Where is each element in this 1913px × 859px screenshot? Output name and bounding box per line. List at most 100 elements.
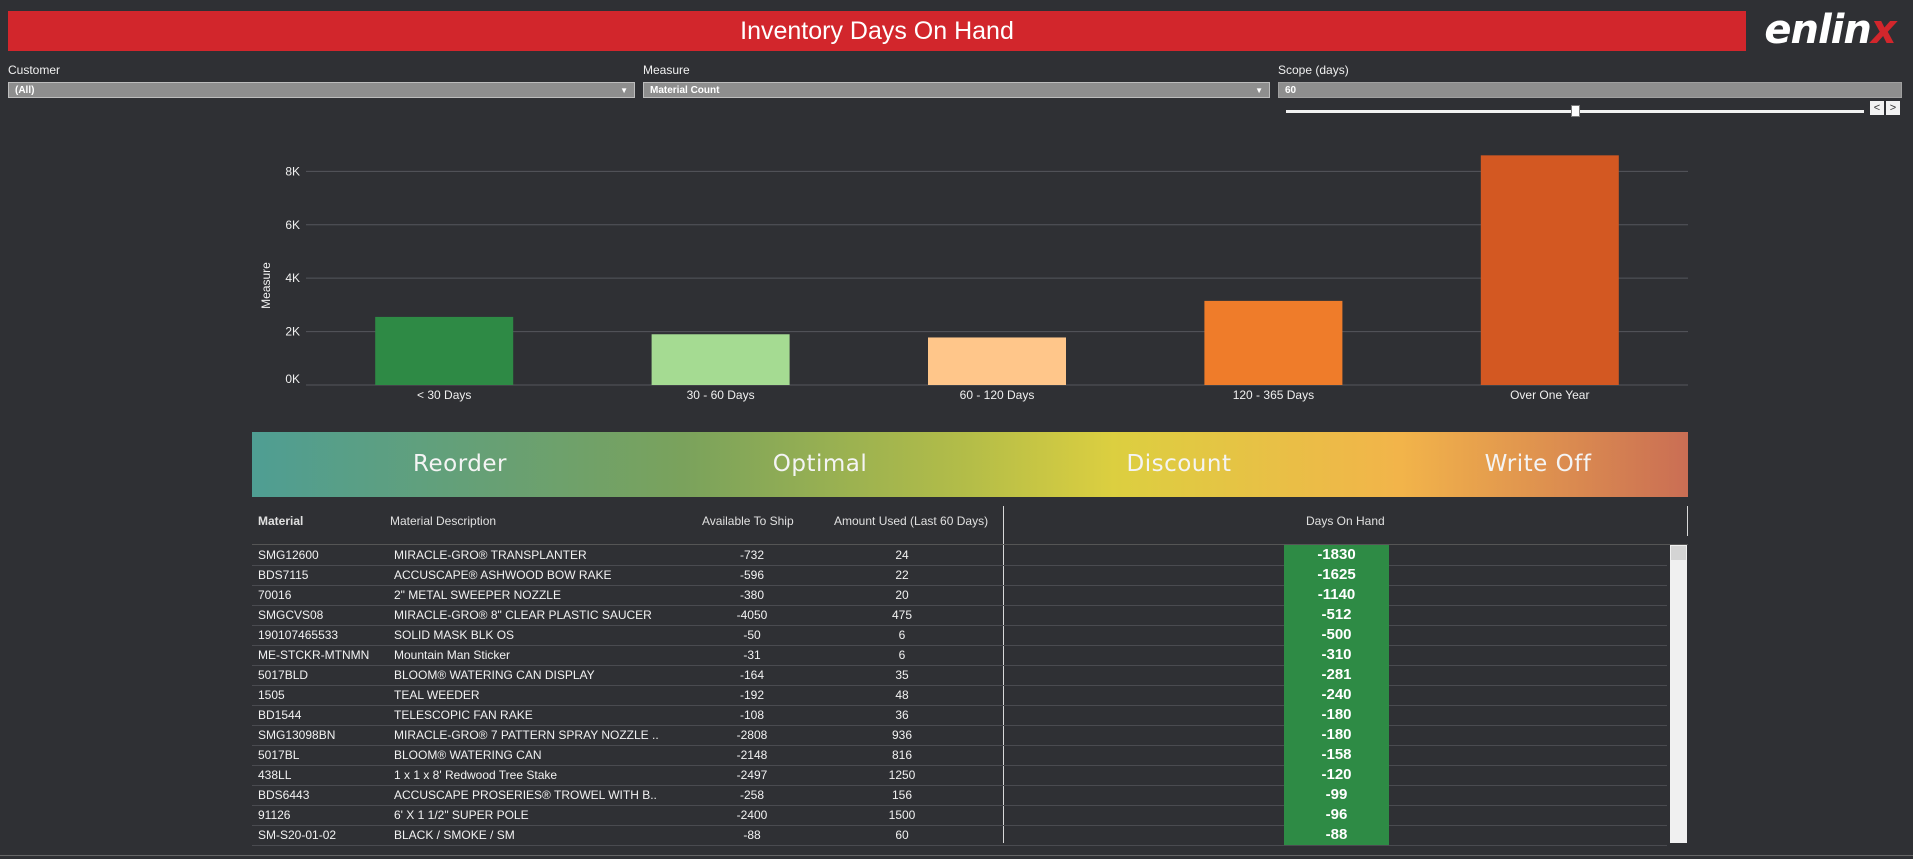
cell-available: -164	[739, 668, 765, 682]
cell-used: 6	[898, 628, 906, 642]
cell-used: 60	[895, 828, 909, 842]
cell-material: SMG13098BN	[258, 728, 336, 742]
dashboard-title: Inventory Days On Hand	[740, 16, 1014, 45]
chevron-down-icon: ▼	[1255, 86, 1263, 95]
table-row[interactable]: BD1544 TELESCOPIC FAN RAKE -108 36 -180	[252, 705, 1667, 726]
cell-days-on-hand: -158	[1284, 745, 1389, 765]
cell-description: MIRACLE-GRO® 7 PATTERN SPRAY NOZZLE ..	[394, 728, 659, 742]
col-header-used[interactable]: Amount Used (Last 60 Days)	[834, 514, 988, 528]
x-tick-label: 120 - 365 Days	[1233, 388, 1314, 402]
cell-used: 48	[895, 688, 909, 702]
y-tick-label: 0K	[285, 372, 300, 386]
bar[interactable]	[1204, 300, 1343, 385]
x-tick-label: 60 - 120 Days	[960, 388, 1035, 402]
cell-used: 1250	[888, 768, 916, 782]
bar[interactable]	[375, 316, 514, 385]
band-label-optimal: Optimal	[772, 451, 868, 477]
table-row[interactable]: SMG12600 MIRACLE-GRO® TRANSPLANTER -732 24 -…	[252, 545, 1667, 566]
scope-input[interactable]: 60	[1278, 82, 1902, 98]
table-row[interactable]: 1505 TEAL WEEDER -192 48 -240	[252, 685, 1667, 706]
scope-decrement-button[interactable]: <	[1870, 101, 1884, 115]
y-tick-label: 2K	[285, 325, 300, 339]
cell-days-on-hand: -180	[1284, 705, 1389, 725]
col-header-available[interactable]: Available To Ship	[702, 514, 794, 528]
scope-slider-handle[interactable]	[1571, 105, 1580, 117]
cell-available: -2808	[736, 728, 768, 742]
cell-material: 190107465533	[258, 628, 339, 642]
cell-description: TEAL WEEDER	[394, 688, 480, 702]
col-header-description[interactable]: Material Description	[390, 514, 496, 528]
measure-dropdown-value: Material Count	[650, 85, 720, 96]
cell-material: 91126	[258, 808, 291, 822]
measure-filter-label: Measure	[643, 63, 690, 77]
cell-description: 2" METAL SWEEPER NOZZLE	[394, 588, 561, 602]
table-row[interactable]: BDS6443 ACCUSCAPE PROSERIES® TROWEL WITH …	[252, 785, 1667, 806]
x-tick-label: Over One Year	[1510, 388, 1589, 402]
cell-available: -2497	[736, 768, 768, 782]
cell-days-on-hand: -500	[1284, 625, 1389, 645]
x-tick-label: 30 - 60 Days	[687, 388, 755, 402]
cell-material: SMG12600	[258, 548, 319, 562]
cell-days-on-hand: -1830	[1284, 545, 1389, 565]
col-header-material[interactable]: Material	[258, 514, 303, 528]
customer-dropdown-value: (All)	[15, 85, 35, 96]
bar[interactable]	[928, 337, 1066, 385]
table-row[interactable]: ME-STCKR-MTNMN Mountain Man Sticker -31 6 -3…	[252, 645, 1667, 666]
band-label-write-off: Write Off	[1484, 451, 1592, 477]
customer-dropdown[interactable]: (All) ▼	[8, 82, 635, 98]
scope-increment-button[interactable]: >	[1886, 101, 1900, 115]
cell-used: 1500	[888, 808, 916, 822]
y-tick-label: 6K	[285, 218, 300, 232]
table-row[interactable]: 438LL 1 x 1 x 8' Redwood Tree Stake -2497 1…	[252, 765, 1667, 786]
cell-description: BLOOM® WATERING CAN DISPLAY	[394, 668, 595, 682]
cell-used: 20	[895, 588, 909, 602]
table-row[interactable]: 5017BLD BLOOM® WATERING CAN DISPLAY -164 35…	[252, 665, 1667, 686]
cell-description: 1 x 1 x 8' Redwood Tree Stake	[394, 768, 558, 782]
table-row[interactable]: 5017BL BLOOM® WATERING CAN -2148 816 -158	[252, 745, 1667, 766]
table-row[interactable]: 70016 2" METAL SWEEPER NOZZLE -380 20 -1140	[252, 585, 1667, 606]
cell-days-on-hand: -512	[1284, 605, 1389, 625]
cell-description: MIRACLE-GRO® TRANSPLANTER	[394, 548, 587, 562]
cell-available: -732	[739, 548, 765, 562]
column-divider-right	[1687, 506, 1688, 536]
cell-days-on-hand: -310	[1284, 645, 1389, 665]
x-tick-label: < 30 Days	[417, 388, 471, 402]
cell-available: -108	[739, 708, 765, 722]
table-row[interactable]: 91126 6' X 1 1/2" SUPER POLE -2400 1500 -96	[252, 805, 1667, 826]
cell-material: SMGCVS08	[258, 608, 324, 622]
cell-days-on-hand: -240	[1284, 685, 1389, 705]
table-row[interactable]: BDS7115 ACCUSCAPE® ASHWOOD BOW RAKE -596 22…	[252, 565, 1667, 586]
table-scrollbar-thumb[interactable]	[1671, 546, 1686, 560]
cell-used: 936	[891, 728, 913, 742]
cell-days-on-hand: -99	[1284, 785, 1389, 805]
cell-material: SM-S20-01-02	[258, 828, 337, 842]
cell-used: 24	[895, 548, 909, 562]
bar[interactable]	[1480, 155, 1619, 385]
cell-available: -4050	[736, 608, 768, 622]
table-row[interactable]: 190107465533 SOLID MASK BLK OS -50 6 -500	[252, 625, 1667, 646]
cell-available: -380	[739, 588, 765, 602]
table-row[interactable]: SMG13098BN MIRACLE-GRO® 7 PATTERN SPRAY N…	[252, 725, 1667, 746]
band-label-reorder: Reorder	[413, 451, 507, 477]
cell-used: 475	[891, 608, 913, 622]
cell-available: -88	[743, 828, 761, 842]
table-row[interactable]: SM-S20-01-02 BLACK / SMOKE / SM -88 60 -88	[252, 825, 1667, 846]
cell-days-on-hand: -180	[1284, 725, 1389, 745]
cell-description: SOLID MASK BLK OS	[394, 628, 515, 642]
days-on-hand-bar-chart: 0K 2K 4K 6K 8K Measure < 30 Days 30 - 60 Days 60…	[259, 155, 1688, 402]
cell-used: 816	[891, 748, 913, 762]
cell-description: 6' X 1 1/2" SUPER POLE	[394, 808, 529, 822]
table-scrollbar[interactable]	[1670, 545, 1687, 843]
customer-filter-label: Customer	[8, 63, 61, 77]
cell-available: -596	[739, 568, 765, 582]
cell-description: TELESCOPIC FAN RAKE	[394, 708, 533, 722]
cell-description: ACCUSCAPE® ASHWOOD BOW RAKE	[394, 568, 612, 582]
cell-used: 156	[891, 788, 913, 802]
bottom-divider	[0, 855, 1913, 856]
col-header-days-on-hand[interactable]: Days On Hand	[1306, 514, 1385, 528]
cell-material: 5017BLD	[258, 668, 309, 682]
bar[interactable]	[651, 334, 790, 385]
cell-available: -2400	[736, 808, 768, 822]
measure-dropdown[interactable]: Material Count ▼	[643, 82, 1270, 98]
table-row[interactable]: SMGCVS08 MIRACLE-GRO® 8" CLEAR PLASTIC SA…	[252, 605, 1667, 626]
